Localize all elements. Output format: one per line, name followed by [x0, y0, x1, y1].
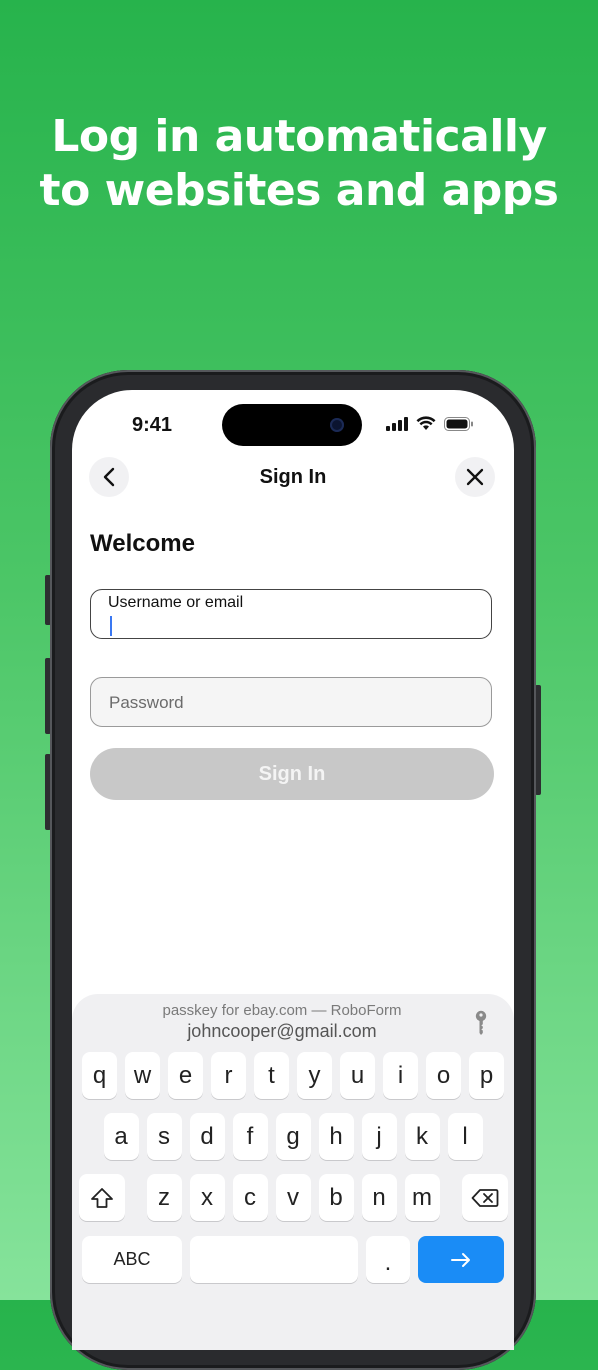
key-q[interactable]: q	[82, 1052, 117, 1099]
go-key[interactable]	[418, 1236, 504, 1283]
key-i[interactable]: i	[383, 1052, 418, 1099]
key-o[interactable]: o	[426, 1052, 461, 1099]
page-title: Sign In	[259, 466, 327, 488]
key-n[interactable]: n	[361, 1174, 397, 1221]
autofill-source: passkey for ebay.com — RoboForm	[162, 1002, 402, 1019]
key-l[interactable]: l	[447, 1113, 483, 1160]
dynamic-island	[222, 404, 362, 446]
key-b[interactable]: b	[318, 1174, 354, 1221]
abc-key[interactable]: ABC	[82, 1236, 182, 1283]
username-label: Username or email	[108, 594, 244, 611]
keyboard-row-1: q w e r t y u i o p	[72, 1052, 514, 1099]
keyboard-row-2: a s d f g h j k l	[72, 1113, 514, 1160]
key-k[interactable]: k	[404, 1113, 440, 1160]
key-j[interactable]: j	[361, 1113, 397, 1160]
autofill-account: johncooper@gmail.com	[187, 1021, 377, 1041]
arrow-right-icon	[451, 1252, 470, 1267]
password-input[interactable]	[107, 678, 471, 728]
period-key[interactable]: .	[366, 1236, 410, 1283]
key-z[interactable]: z	[146, 1174, 182, 1221]
front-camera-icon	[330, 418, 344, 432]
battery-icon	[444, 416, 473, 431]
headline: Log in automatically to websites and app…	[0, 110, 598, 218]
key-icon[interactable]	[474, 1010, 488, 1036]
backspace-icon	[471, 1188, 498, 1207]
key-x[interactable]: x	[189, 1174, 225, 1221]
key-g[interactable]: g	[275, 1113, 311, 1160]
key-y[interactable]: y	[297, 1052, 332, 1099]
key-r[interactable]: r	[211, 1052, 246, 1099]
key-c[interactable]: c	[232, 1174, 268, 1221]
shift-key[interactable]	[78, 1174, 125, 1221]
headline-line-1: Log in automatically	[51, 111, 547, 162]
space-key[interactable]	[190, 1236, 358, 1283]
key-f[interactable]: f	[232, 1113, 268, 1160]
shift-icon	[90, 1187, 113, 1208]
keyboard: passkey for ebay.com — RoboForm johncoop…	[72, 994, 514, 1350]
key-e[interactable]: e	[168, 1052, 203, 1099]
key-s[interactable]: s	[146, 1113, 182, 1160]
headline-line-2: to websites and apps	[39, 165, 559, 216]
status-icons	[386, 416, 474, 431]
close-icon	[466, 468, 484, 486]
key-t[interactable]: t	[254, 1052, 289, 1099]
signal-icon	[386, 416, 408, 431]
welcome-heading: Welcome	[90, 530, 195, 557]
delete-key[interactable]	[461, 1174, 508, 1221]
key-w[interactable]: w	[125, 1052, 160, 1099]
phone-screen: 9:41 Sign In Welcome Username or email S…	[72, 390, 514, 1350]
key-p[interactable]: p	[469, 1052, 504, 1099]
key-v[interactable]: v	[275, 1174, 311, 1221]
keyboard-row-4: ABC .	[72, 1236, 514, 1283]
key-m[interactable]: m	[404, 1174, 440, 1221]
wifi-icon	[416, 416, 436, 430]
text-caret	[110, 616, 112, 636]
status-time: 9:41	[132, 414, 173, 436]
sign-in-button[interactable]: Sign In	[90, 748, 494, 800]
key-u[interactable]: u	[340, 1052, 375, 1099]
keyboard-row-3: z x c v b n m	[72, 1174, 514, 1221]
password-field[interactable]	[90, 677, 492, 728]
key-a[interactable]: a	[103, 1113, 139, 1160]
username-field[interactable]: Username or email	[90, 589, 492, 639]
key-d[interactable]: d	[189, 1113, 225, 1160]
key-h[interactable]: h	[318, 1113, 354, 1160]
close-button[interactable]	[455, 457, 495, 497]
